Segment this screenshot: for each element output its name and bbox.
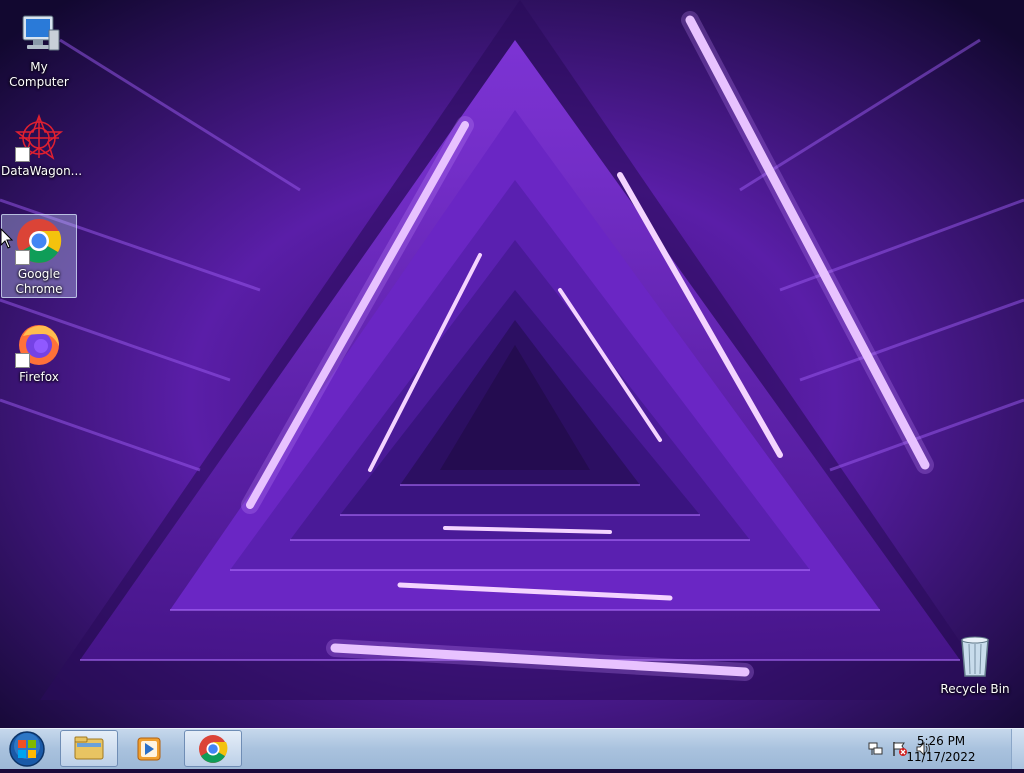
desktop-icon-label: My Computer [9, 60, 69, 89]
shortcut-arrow-icon [15, 250, 30, 265]
desktop-icon-firefox[interactable]: Firefox [1, 318, 77, 385]
clock-time: 5:26 PM [916, 734, 966, 748]
taskbar-media-player[interactable] [120, 730, 178, 767]
shortcut-arrow-icon [15, 353, 30, 368]
folder-icon [74, 736, 104, 760]
desktop-wallpaper [0, 0, 1024, 728]
computer-icon [15, 10, 63, 58]
start-button[interactable] [2, 729, 52, 769]
desktop-icon-label: DataWagon... [1, 164, 83, 178]
desktop-icon-recycle-bin[interactable]: Recycle Bin [937, 630, 1013, 697]
desktop-icon-datawagon[interactable]: DataWagon... [1, 112, 83, 179]
taskbar-clock[interactable]: 5:26 PM 11/17/2022 [906, 733, 976, 765]
datawagon-icon [14, 113, 64, 162]
show-desktop-button[interactable] [1011, 729, 1024, 769]
recycle-bin-icon [951, 632, 999, 680]
chrome-icon [15, 217, 63, 265]
network-icon[interactable] [868, 741, 884, 757]
windows-logo-icon [9, 731, 45, 767]
taskbar-windows-explorer[interactable] [60, 730, 118, 767]
chrome-icon [199, 735, 228, 763]
desktop-icon-label: Firefox [19, 370, 59, 384]
mouse-cursor-icon [0, 228, 14, 249]
firefox-icon [15, 320, 63, 368]
media-player-icon [137, 737, 161, 761]
desktop-icon-label: Google Chrome [15, 267, 63, 296]
desktop-icon-my-computer[interactable]: My Computer [1, 8, 77, 90]
taskbar: 5:26 PM 11/17/2022 [0, 728, 1024, 769]
desktop-icon-google-chrome[interactable]: Google Chrome [1, 214, 77, 298]
desktop-icon-label: Recycle Bin [940, 682, 1010, 696]
clock-date: 11/17/2022 [906, 750, 976, 764]
shortcut-arrow-icon [15, 147, 30, 162]
taskbar-google-chrome[interactable] [184, 730, 242, 767]
